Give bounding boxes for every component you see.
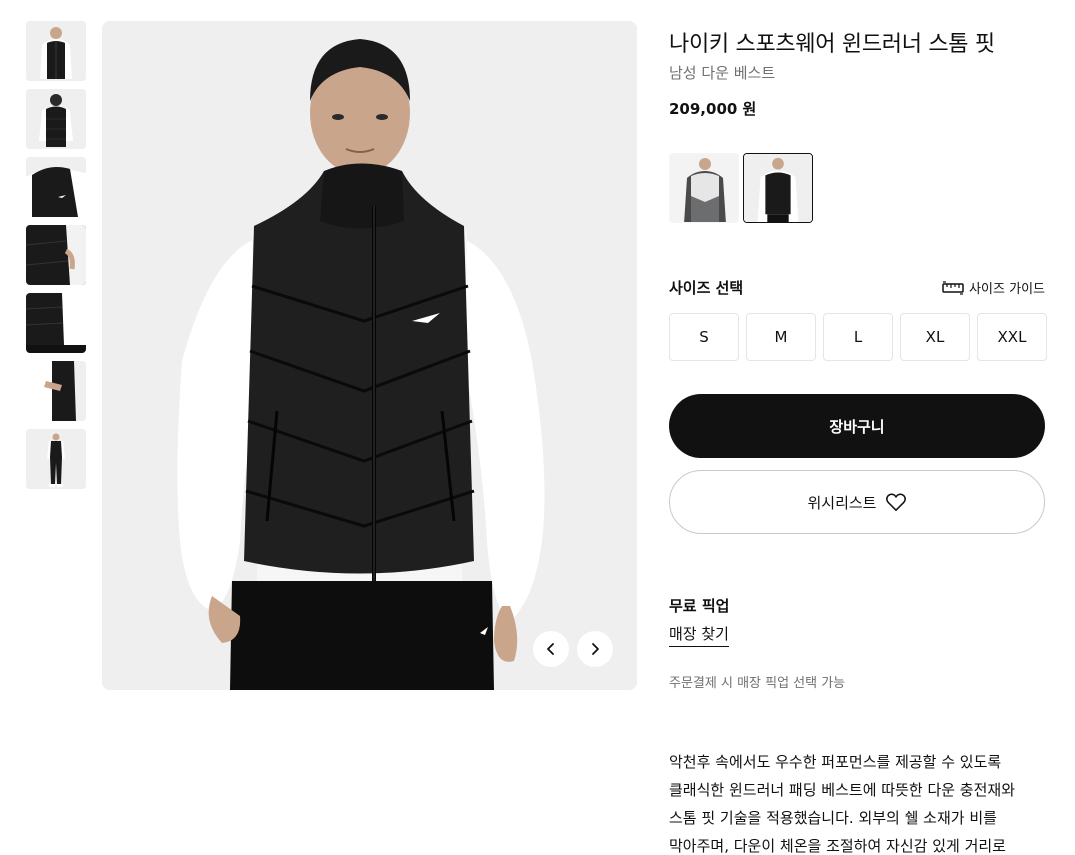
size-option-xxl[interactable]: XXL [977,313,1047,361]
product-price: 209,000 원 [669,100,757,118]
thumbnail-7[interactable] [26,429,86,489]
product-title: 나이키 스포츠웨어 윈드러너 스톰 핏 [669,32,995,57]
size-guide-link[interactable]: 사이즈 가이드 [942,278,1045,297]
description-line: 막아주며, 다운이 체온을 조절하여 자신감 있게 거리로 [669,837,1006,855]
colorway-black[interactable] [743,153,813,223]
colorway-grey-white[interactable] [669,153,739,223]
prev-image-button[interactable] [533,631,569,667]
description-line: 스톰 핏 기술을 적용했습니다. 외부의 쉘 소재가 비를 [669,809,997,827]
ruler-icon [942,280,964,295]
pickup-title: 무료 픽업 [669,597,730,615]
description-line: 클래식한 윈드러너 패딩 베스트에 따뜻한 다운 충전재와 [669,781,1016,799]
thumbnail-1[interactable] [26,21,86,81]
size-title: 사이즈 선택 [669,279,744,297]
thumbnail-5[interactable] [26,293,86,353]
pickup-note: 주문결제 시 매장 픽업 선택 가능 [669,676,846,691]
wishlist-label: 위시리스트 [807,493,877,512]
size-guide-label: 사이즈 가이드 [969,282,1045,297]
product-subtitle: 남성 다운 베스트 [669,64,776,82]
wishlist-button[interactable]: 위시리스트 [669,470,1045,534]
main-product-image [102,21,637,690]
description-line: 악천후 속에서도 우수한 퍼포먼스를 제공할 수 있도록 [669,753,1002,771]
find-store-link[interactable]: 매장 찾기 [669,623,729,647]
colorway-selector [669,153,813,223]
thumbnail-2[interactable] [26,89,86,149]
next-image-button[interactable] [577,631,613,667]
thumbnail-3[interactable] [26,157,86,217]
size-options: S M L XL XXL [669,313,1047,361]
size-option-s[interactable]: S [669,313,739,361]
size-option-xl[interactable]: XL [900,313,970,361]
product-description: 악천후 속에서도 우수한 퍼포먼스를 제공할 수 있도록 클래식한 윈드러너 패… [669,748,1045,855]
chevron-left-icon [547,643,554,655]
chevron-right-icon [592,643,599,655]
size-option-m[interactable]: M [746,313,816,361]
size-header: 사이즈 선택 사이즈 가이드 [669,277,1045,298]
size-option-l[interactable]: L [823,313,893,361]
add-to-cart-button[interactable]: 장바구니 [669,394,1045,458]
thumbnail-list [26,21,86,497]
heart-icon [885,493,906,511]
thumbnail-6[interactable] [26,361,86,421]
thumbnail-4[interactable] [26,225,86,285]
